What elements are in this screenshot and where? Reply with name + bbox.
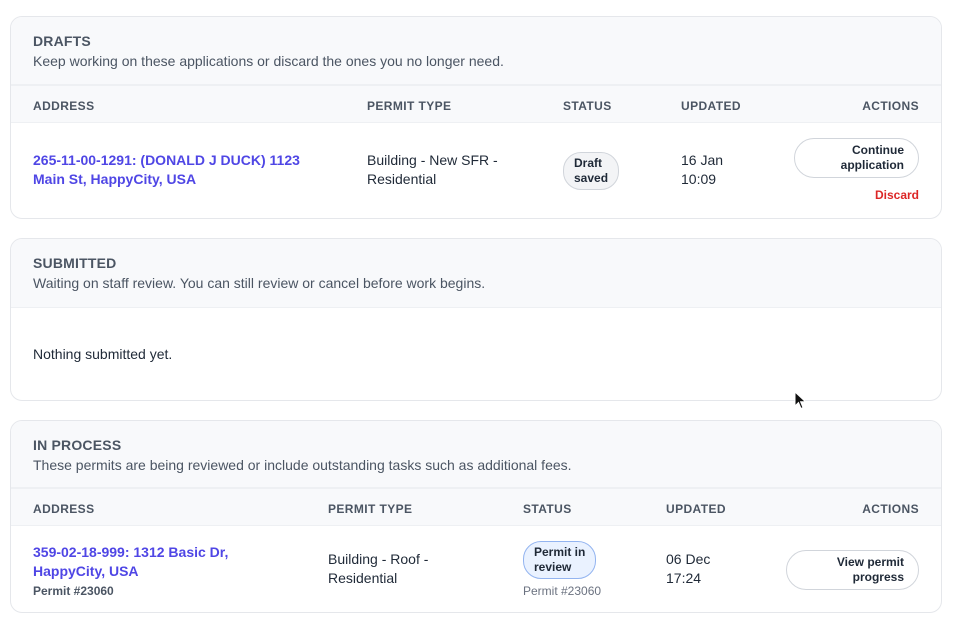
in-process-table-header: ADDRESS PERMIT TYPE STATUS UPDATED ACTIO…	[11, 488, 941, 526]
updated-time: 16 Jan 10:09	[681, 151, 723, 189]
button-label: application	[840, 158, 904, 172]
in-process-header: IN PROCESS These permits are being revie…	[11, 421, 941, 488]
updated-clock: 10:09	[681, 171, 717, 187]
submitted-title: SUBMITTED	[33, 255, 117, 271]
table-row: 265-11-00-1291: (DONALD J DUCK) 1123 Mai…	[11, 123, 941, 218]
button-label: View permit	[836, 555, 904, 569]
column-address: ADDRESS	[33, 502, 95, 516]
status-badge: Draft saved	[563, 152, 620, 190]
column-updated: UPDATED	[666, 502, 726, 516]
column-actions: ACTIONS	[862, 99, 919, 113]
column-permit-type: PERMIT TYPE	[328, 502, 413, 516]
button-label: progress	[852, 570, 904, 584]
submitted-card: SUBMITTED Waiting on staff review. You c…	[10, 238, 942, 401]
submitted-description: Waiting on staff review. You can still r…	[33, 275, 486, 291]
permit-type: Building - New SFR - Residential	[367, 151, 498, 189]
drafts-card: DRAFTS Keep working on these application…	[10, 16, 942, 219]
status-line: review	[534, 560, 572, 574]
continue-application-button[interactable]: Continue application	[794, 138, 919, 178]
empty-state: Nothing submitted yet.	[33, 346, 173, 362]
address-line: 359-02-18-999: 1312 Basic Dr,	[33, 544, 229, 560]
in-process-card: IN PROCESS These permits are being revie…	[10, 420, 942, 613]
updated-time: 06 Dec 17:24	[666, 550, 710, 588]
status-line: saved	[574, 171, 609, 185]
address-link[interactable]: 265-11-00-1291: (DONALD J DUCK) 1123 Mai…	[33, 151, 300, 189]
column-permit-type: PERMIT TYPE	[367, 99, 452, 113]
column-status: STATUS	[523, 502, 572, 516]
permit-type-line: Building - Roof -	[328, 551, 429, 567]
drafts-description: Keep working on these applications or di…	[33, 53, 504, 69]
permit-type-line: Residential	[328, 570, 398, 586]
mouse-pointer-icon	[794, 391, 807, 410]
address-line: 265-11-00-1291: (DONALD J DUCK) 1123	[33, 152, 300, 168]
in-process-description: These permits are being reviewed or incl…	[33, 457, 572, 473]
table-row: 359-02-18-999: 1312 Basic Dr, HappyCity,…	[11, 526, 941, 612]
address-link[interactable]: 359-02-18-999: 1312 Basic Dr, HappyCity,…	[33, 544, 228, 579]
permit-type-line: Residential	[367, 171, 437, 187]
discard-link[interactable]: Discard	[875, 188, 919, 202]
status-line: Draft	[574, 156, 603, 170]
status-permit-number: Permit #23060	[523, 584, 602, 598]
column-updated: UPDATED	[681, 99, 741, 113]
address-line: Main St, HappyCity, USA	[33, 171, 197, 187]
address-line: HappyCity, USA	[33, 563, 139, 579]
updated-date: 06 Dec	[666, 551, 711, 567]
permit-number: Permit #23060	[33, 584, 114, 598]
drafts-title: DRAFTS	[33, 33, 91, 49]
submitted-header: SUBMITTED Waiting on staff review. You c…	[11, 239, 941, 308]
updated-date: 16 Jan	[681, 152, 724, 168]
drafts-table-header: ADDRESS PERMIT TYPE STATUS UPDATED ACTIO…	[11, 85, 941, 123]
drafts-header: DRAFTS Keep working on these application…	[11, 17, 941, 85]
in-process-title: IN PROCESS	[33, 437, 122, 453]
button-label: Continue	[852, 143, 904, 157]
updated-clock: 17:24	[666, 570, 702, 586]
column-actions: ACTIONS	[862, 502, 919, 516]
column-status: STATUS	[563, 99, 612, 113]
status-line: Permit in	[534, 545, 586, 559]
status-badge: Permit in review	[523, 541, 597, 579]
address-cell: 359-02-18-999: 1312 Basic Dr, HappyCity,…	[33, 543, 228, 601]
column-address: ADDRESS	[33, 99, 95, 113]
permit-type-line: Building - New SFR -	[367, 152, 498, 168]
view-permit-progress-button[interactable]: View permit progress	[786, 550, 919, 590]
permit-type: Building - Roof - Residential	[328, 550, 428, 588]
